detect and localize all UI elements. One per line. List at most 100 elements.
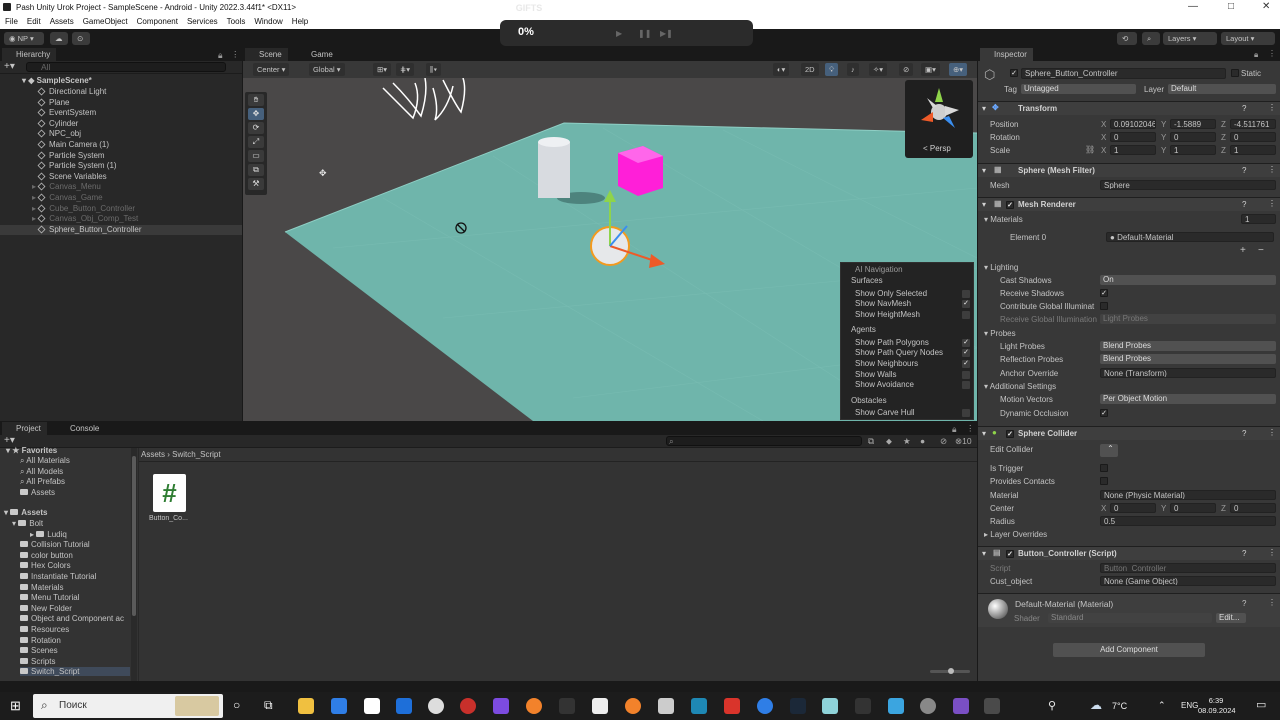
menu-services[interactable]: Services	[187, 15, 218, 29]
search-by-label-icon[interactable]: ⬥	[886, 436, 892, 447]
increment-snap-icon[interactable]: ⋕▾	[396, 63, 415, 76]
store-icon[interactable]	[364, 698, 380, 714]
hierarchy-item[interactable]: Scene Variables	[0, 172, 242, 183]
space-dropdown[interactable]: Global ▾	[309, 63, 345, 76]
reflection-probes-dropdown[interactable]: Blend Probes	[1100, 354, 1276, 364]
account-dropdown[interactable]: ◉ NP ▾	[4, 32, 44, 45]
transform-header[interactable]: ▾ ✥ Transform ? ⋮	[978, 101, 1280, 115]
audio-toggle-icon[interactable]: ♪	[847, 63, 859, 76]
element-0-field[interactable]: ● Default-Material	[1106, 232, 1274, 242]
particle-wire-object[interactable]	[382, 78, 466, 121]
cloud-icon[interactable]: ☁	[50, 32, 68, 45]
cust-object-field[interactable]: None (Game Object)	[1100, 576, 1276, 586]
breadcrumb-root[interactable]: Assets	[141, 450, 165, 459]
unity-icon[interactable]	[855, 698, 871, 714]
grid-snap-icon[interactable]: ⊞▾	[373, 63, 392, 76]
hierarchy-item[interactable]: ▸ Canvas_Obj_Comp_Test	[0, 214, 242, 225]
zoom-slider-handle[interactable]	[948, 668, 954, 674]
step-icon[interactable]: ▶❚	[660, 29, 673, 38]
minimize-button[interactable]: —	[1188, 1, 1198, 12]
project-more-icon[interactable]: ⋮	[966, 423, 975, 434]
foldout-icon[interactable]: ▾	[982, 200, 986, 209]
hidden-packages-icon[interactable]: ●	[920, 436, 925, 446]
radius-field[interactable]: 0.5	[1100, 516, 1276, 526]
center-y-field[interactable]: 0	[1170, 503, 1216, 513]
tab-hierarchy[interactable]: Hierarchy	[2, 48, 57, 61]
component-menu-icon[interactable]: ⋮	[1268, 199, 1276, 208]
tree-scrollbar-thumb[interactable]	[132, 456, 136, 616]
hierarchy-item[interactable]: Main Camera (1)	[0, 140, 242, 151]
favorites-header[interactable]: ▾ ★ Favorites	[6, 446, 57, 455]
hierarchy-search-input[interactable]: All	[26, 62, 226, 72]
menu-edit[interactable]: Edit	[27, 15, 41, 29]
breadcrumb-leaf[interactable]: Switch_Script	[172, 450, 220, 459]
edit-collider-button[interactable]: ⌃	[1100, 444, 1118, 457]
tab-inspector[interactable]: Inspector	[980, 48, 1033, 61]
pivot-dropdown[interactable]: Center ▾	[253, 63, 290, 76]
photos-icon[interactable]	[822, 698, 838, 714]
hand-tool-icon[interactable]: ✋︎	[248, 94, 264, 106]
mesh-field[interactable]: Sphere	[1100, 180, 1276, 190]
tree-scrollbar[interactable]	[131, 448, 137, 681]
mail-icon[interactable]	[396, 698, 412, 714]
play-icon[interactable]: ▶	[616, 29, 622, 38]
asset-folder-item[interactable]: ▾ Bolt	[12, 519, 43, 528]
asset-folder-item[interactable]: color button	[20, 551, 73, 560]
mesh-renderer-header[interactable]: ▾ ▦ ✓ Mesh Renderer ? ⋮	[978, 197, 1280, 211]
add-icon[interactable]: +▾	[4, 61, 15, 72]
office-icon[interactable]	[724, 698, 740, 714]
position-z-field[interactable]: -4.511761	[1230, 119, 1276, 129]
cortana-icon[interactable]: ○	[233, 698, 240, 712]
foldout-icon[interactable]: ▾	[982, 166, 986, 175]
draw-mode-icon[interactable]: ◐▾	[773, 63, 790, 76]
ai-nav-option-checkbox[interactable]: ✓	[962, 300, 970, 309]
steam-icon[interactable]	[790, 698, 806, 714]
favorite-item[interactable]: ⌕ All Models	[20, 467, 63, 477]
help-icon[interactable]: ?	[1242, 549, 1246, 558]
maximize-button[interactable]: □	[1228, 1, 1234, 12]
add-element-button[interactable]: +	[1240, 245, 1246, 256]
ai-nav-option-checkbox[interactable]	[962, 289, 970, 298]
hierarchy-item[interactable]: Sphere_Button_Controller	[0, 224, 242, 236]
windows-start-icon[interactable]: ⊞	[10, 698, 21, 714]
ai-nav-option-checkbox[interactable]	[962, 381, 970, 390]
scale-x-field[interactable]: 1	[1110, 145, 1156, 155]
hierarchy-item[interactable]: EventSystem	[0, 108, 242, 119]
people-icon[interactable]: ⚲	[1048, 699, 1056, 712]
more-menu-icon[interactable]: ⋮	[231, 49, 240, 60]
probes-foldout[interactable]: ▾ Probes	[984, 329, 1016, 338]
lighting-toggle-icon[interactable]: 💡︎	[825, 63, 839, 76]
ai-nav-option-checkbox[interactable]: ✓	[962, 349, 970, 358]
asset-folder-item[interactable]: Scenes	[20, 646, 58, 655]
scene-view[interactable]: Scene Game Center ▾ Global ▾ ⊞▾ ⋕▾ ⫼▾ ◐▾…	[243, 48, 977, 421]
tray-chevron-icon[interactable]: ⌃	[1158, 700, 1166, 711]
foldout-icon[interactable]: ▾	[982, 429, 986, 438]
custom-tool-icon[interactable]: ⚒	[248, 178, 264, 190]
inspector-more-icon[interactable]: ⋮	[1268, 49, 1276, 58]
menu-assets[interactable]: Assets	[50, 15, 74, 29]
edge-2-icon[interactable]	[757, 698, 773, 714]
component-menu-icon[interactable]: ⋮	[1268, 598, 1276, 607]
foldout-icon[interactable]: ▾	[982, 549, 986, 558]
shader-edit-button[interactable]: Edit...	[1216, 613, 1246, 623]
asset-folder-item[interactable]: New Folder	[20, 604, 72, 613]
layer-dropdown[interactable]: Default	[1168, 84, 1276, 94]
hidden-objects-icon[interactable]: ⊘	[899, 63, 914, 76]
component-menu-icon[interactable]: ⋮	[1268, 548, 1276, 557]
asset-folder-item[interactable]: Materials	[20, 583, 63, 592]
anchor-override-field[interactable]: None (Transform)	[1100, 368, 1276, 378]
menu-window[interactable]: Window	[254, 15, 282, 29]
contribute-gi-checkbox[interactable]	[1100, 302, 1108, 310]
hierarchy-item[interactable]: ▸ Canvas_Game	[0, 193, 242, 204]
grid-visibility-icon[interactable]: ⫼▾	[426, 63, 442, 76]
menu-tools[interactable]: Tools	[227, 15, 246, 29]
persp-label[interactable]: < Persp	[923, 144, 951, 153]
help-icon[interactable]: ?	[1242, 599, 1246, 608]
transform-tool-icon[interactable]: ⧉	[248, 164, 264, 176]
project-lock-icon[interactable]: 🔒︎	[952, 424, 957, 435]
task-view-icon[interactable]: ⧉	[264, 698, 273, 713]
asset-folder-item[interactable]: Scripts	[20, 657, 55, 666]
help-icon[interactable]: ?	[1242, 166, 1246, 175]
foldout-icon[interactable]: ▾	[982, 104, 986, 113]
position-y-field[interactable]: -1.5889	[1170, 119, 1216, 129]
